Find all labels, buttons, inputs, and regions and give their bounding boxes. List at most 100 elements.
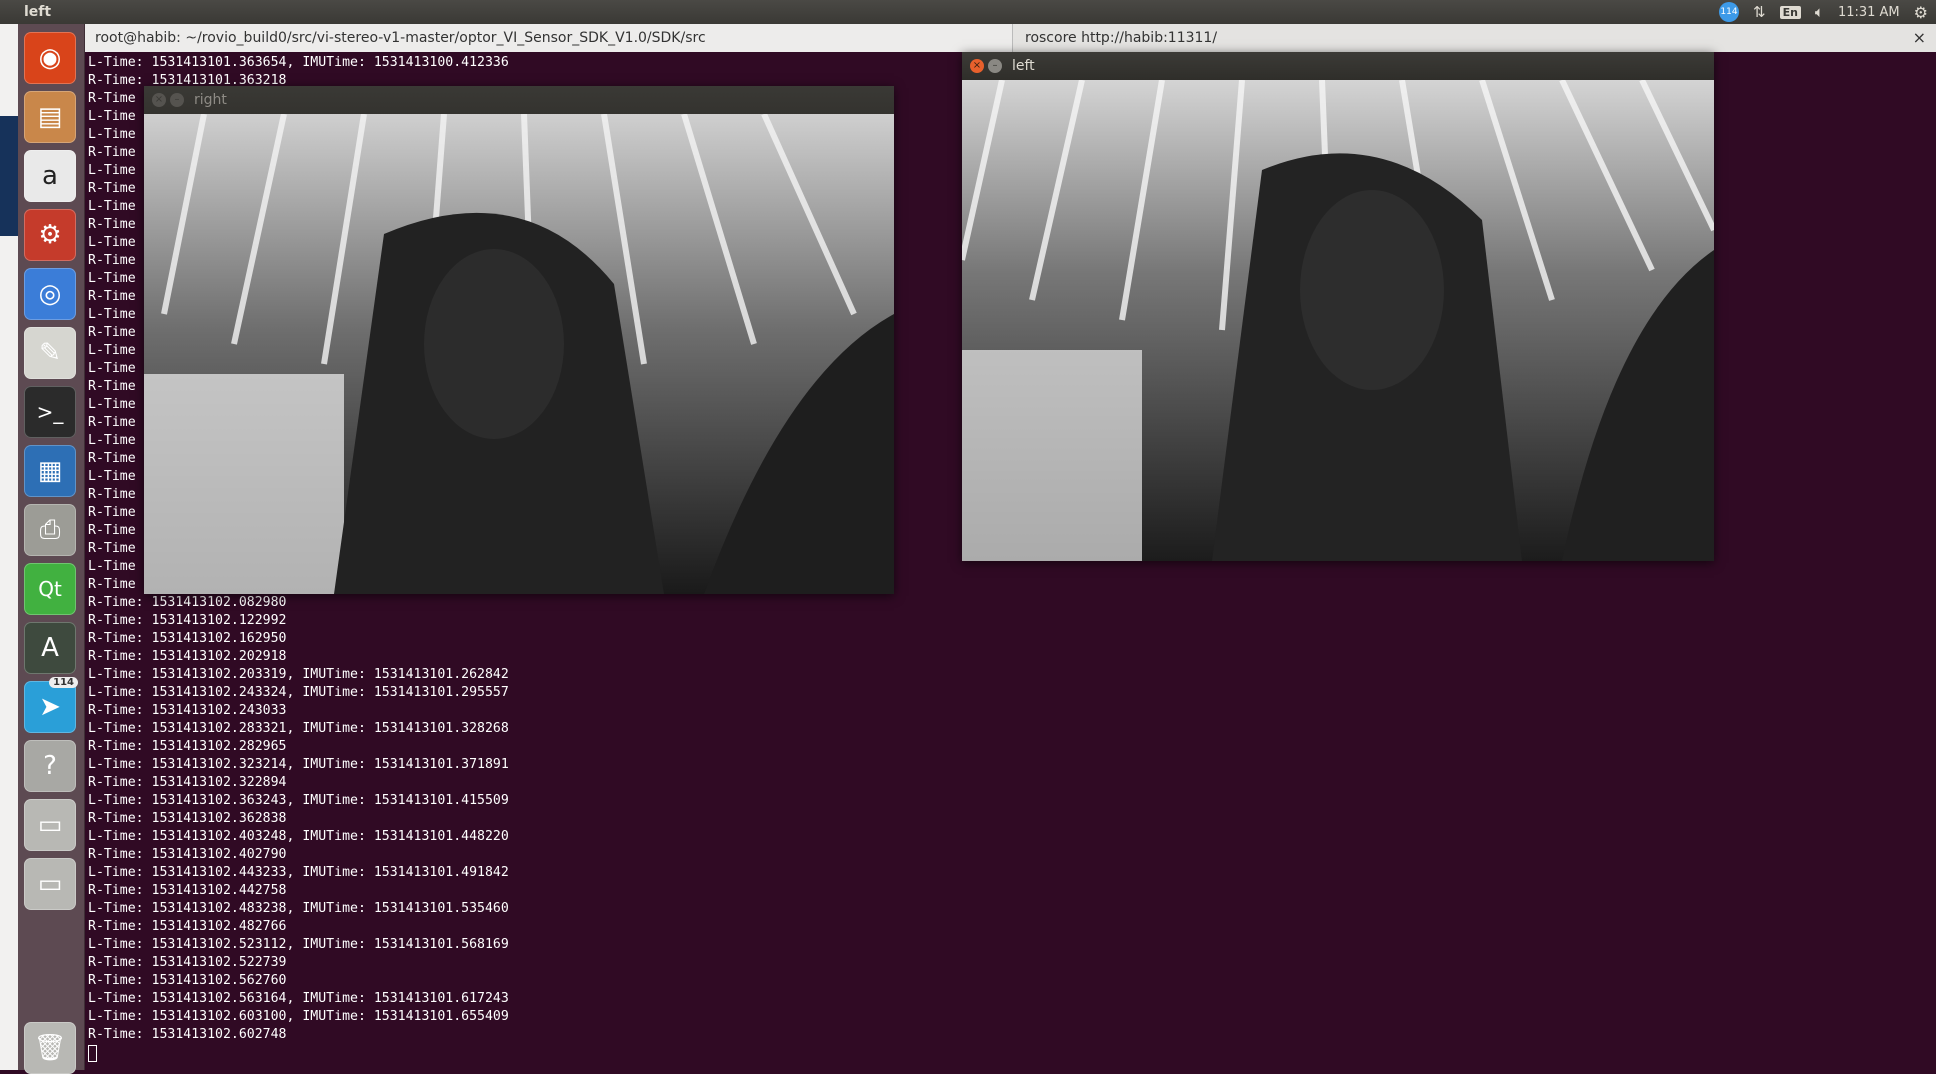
- terminal-line: L-Time: [88, 559, 136, 574]
- system-settings-launcher-button[interactable]: ⚙: [24, 209, 76, 261]
- telegram-launcher-button[interactable]: ➤ 114: [24, 677, 78, 733]
- terminal-line: L-Time: 1531413102.523112, IMUTime: 1531…: [88, 937, 509, 952]
- ubuntu-dash-icon: ◉: [38, 43, 62, 73]
- terminal-line: R-Time: [88, 523, 136, 538]
- drive-icon: ▭: [37, 810, 63, 840]
- terminal-line: R-Time: 1531413102.522739: [88, 955, 287, 970]
- terminal-line: R-Time: 1531413102.362838: [88, 811, 287, 826]
- terminal-line: R-Time: [88, 217, 136, 232]
- terminal-cursor: [88, 1045, 97, 1062]
- terminal-line: L-Time: 1531413102.283321, IMUTime: 1531…: [88, 721, 509, 736]
- volume-icon[interactable]: 🔈︎: [1815, 3, 1824, 21]
- terminal-line: L-Time: [88, 361, 136, 376]
- terminal-line: R-Time: [88, 379, 136, 394]
- trash-icon: 🗑: [33, 1033, 67, 1063]
- left-camera-window[interactable]: × – left: [962, 52, 1714, 561]
- printer-launcher-button[interactable]: ⎙: [24, 504, 76, 556]
- settings-gear-icon[interactable]: ⚙: [1914, 3, 1928, 22]
- terminal-line: R-Time: 1531413102.562760: [88, 973, 287, 988]
- right-camera-image: [144, 114, 894, 594]
- terminal-line: R-Time: 1531413102.082980: [88, 595, 287, 610]
- background-window-blue-panel: [0, 116, 18, 236]
- terminal-line: R-Time: [88, 451, 136, 466]
- terminal-line: L-Time: [88, 343, 136, 358]
- chromium-icon: ◎: [38, 279, 62, 309]
- right-camera-window[interactable]: × – right: [144, 86, 894, 594]
- tab-label: roscore http://habib:11311/: [1025, 30, 1218, 46]
- terminal-line: L-Time: [88, 307, 136, 322]
- terminal-line: L-Time: [88, 469, 136, 484]
- terminal-line: L-Time: 1531413102.403248, IMUTime: 1531…: [88, 829, 509, 844]
- chromium-launcher-button[interactable]: ◎: [24, 268, 76, 320]
- help-icon: ?: [43, 751, 57, 781]
- window-title: right: [194, 92, 227, 108]
- terminal-line: L-Time: 1531413102.563164, IMUTime: 1531…: [88, 991, 509, 1006]
- network-icon[interactable]: ⇅: [1753, 3, 1766, 21]
- left-camera-image: [962, 80, 1714, 561]
- terminal-line: R-Time: [88, 577, 136, 592]
- unity-launcher: ◉ ▤ a ⚙ ◎ ✎ >_ ▦ ⎙ Qt A ➤ 114? ▭ ▭ 🗑: [18, 24, 85, 1074]
- terminal-line: L-Time: [88, 199, 136, 214]
- terminal-line: R-Time: 1531413102.243033: [88, 703, 287, 718]
- libreoffice-writer-launcher-button[interactable]: ▦: [24, 445, 76, 497]
- qt-creator-launcher-button[interactable]: Qt: [24, 563, 76, 615]
- terminal-line: R-Time: 1531413102.122992: [88, 613, 287, 628]
- terminal-tab-bar: root@habib: ~/rovio_build0/src/vi-stereo…: [85, 24, 1936, 52]
- terminal-line: R-Time: [88, 289, 136, 304]
- terminal-line: R-Time: [88, 505, 136, 520]
- unread-count-badge: 114: [49, 677, 78, 688]
- close-tab-icon[interactable]: ×: [1913, 28, 1926, 47]
- terminal-line: L-Time: 1531413102.243324, IMUTime: 1531…: [88, 685, 509, 700]
- software-updater-launcher-button[interactable]: A: [24, 622, 76, 674]
- drive-launcher-button[interactable]: ▭: [24, 799, 76, 851]
- terminal-line: R-Time: [88, 487, 136, 502]
- terminal-line: R-Time: 1531413102.282965: [88, 739, 287, 754]
- terminal-line: R-Time: 1531413102.402790: [88, 847, 287, 862]
- terminal-line: L-Time: [88, 127, 136, 142]
- terminal-line: L-Time: [88, 163, 136, 178]
- minimize-window-button[interactable]: –: [170, 93, 184, 107]
- minimize-window-button[interactable]: –: [988, 59, 1002, 73]
- close-window-button[interactable]: ×: [152, 93, 166, 107]
- terminal-line: R-Time: 1531413102.162950: [88, 631, 287, 646]
- files-launcher-button[interactable]: ▤: [24, 91, 76, 143]
- terminal-line: R-Time: 1531413102.482766: [88, 919, 287, 934]
- terminal-line: L-Time: 1531413102.363243, IMUTime: 1531…: [88, 793, 509, 808]
- amazon-icon: a: [42, 161, 58, 191]
- terminal-line: R-Time: [88, 253, 136, 268]
- terminal-line: L-Time: 1531413102.603100, IMUTime: 1531…: [88, 1009, 509, 1024]
- tab-terminal-src[interactable]: root@habib: ~/rovio_build0/src/vi-stereo…: [85, 24, 1013, 52]
- terminal-line: L-Time: 1531413102.483238, IMUTime: 1531…: [88, 901, 509, 916]
- keyboard-layout-indicator[interactable]: En: [1779, 5, 1801, 19]
- software-updater-icon: A: [41, 633, 59, 663]
- ubuntu-dash-launcher-button[interactable]: ◉: [24, 32, 76, 84]
- window-title: left: [1012, 58, 1035, 74]
- terminal-line: L-Time: [88, 433, 136, 448]
- terminal-launcher-button[interactable]: >_: [24, 386, 76, 438]
- left-window-titlebar[interactable]: × – left: [962, 52, 1714, 80]
- background-window-edge: [0, 24, 18, 1070]
- tab-label: root@habib: ~/rovio_build0/src/vi-stereo…: [95, 30, 706, 46]
- libreoffice-writer-icon: ▦: [37, 456, 63, 486]
- amazon-launcher-button[interactable]: a: [24, 150, 76, 202]
- trash-launcher-button[interactable]: 🗑: [24, 1022, 76, 1074]
- text-editor-launcher-button[interactable]: ✎: [24, 327, 76, 379]
- terminal-line: R-Time: [88, 91, 136, 106]
- terminal-line: R-Time: 1531413102.442758: [88, 883, 287, 898]
- terminal-line: L-Time: [88, 271, 136, 286]
- right-window-titlebar[interactable]: × – right: [144, 86, 894, 114]
- drive-2-icon: ▭: [37, 869, 63, 899]
- terminal-line: R-Time: [88, 145, 136, 160]
- tab-roscore[interactable]: roscore http://habib:11311/ ×: [1013, 24, 1936, 52]
- close-window-button[interactable]: ×: [970, 59, 984, 73]
- terminal-line: L-Time: [88, 235, 136, 250]
- terminal-line: R-Time: [88, 181, 136, 196]
- help-launcher-button[interactable]: ?: [24, 740, 76, 792]
- text-editor-icon: ✎: [39, 338, 61, 368]
- terminal-line: R-Time: [88, 541, 136, 556]
- clock[interactable]: 11:31 AM: [1838, 5, 1900, 20]
- terminal-line: R-Time: 1531413102.322894: [88, 775, 287, 790]
- terminal-line: R-Time: [88, 415, 136, 430]
- drive-2-launcher-button[interactable]: ▭: [24, 858, 76, 910]
- messaging-indicator-icon[interactable]: 114: [1718, 2, 1739, 22]
